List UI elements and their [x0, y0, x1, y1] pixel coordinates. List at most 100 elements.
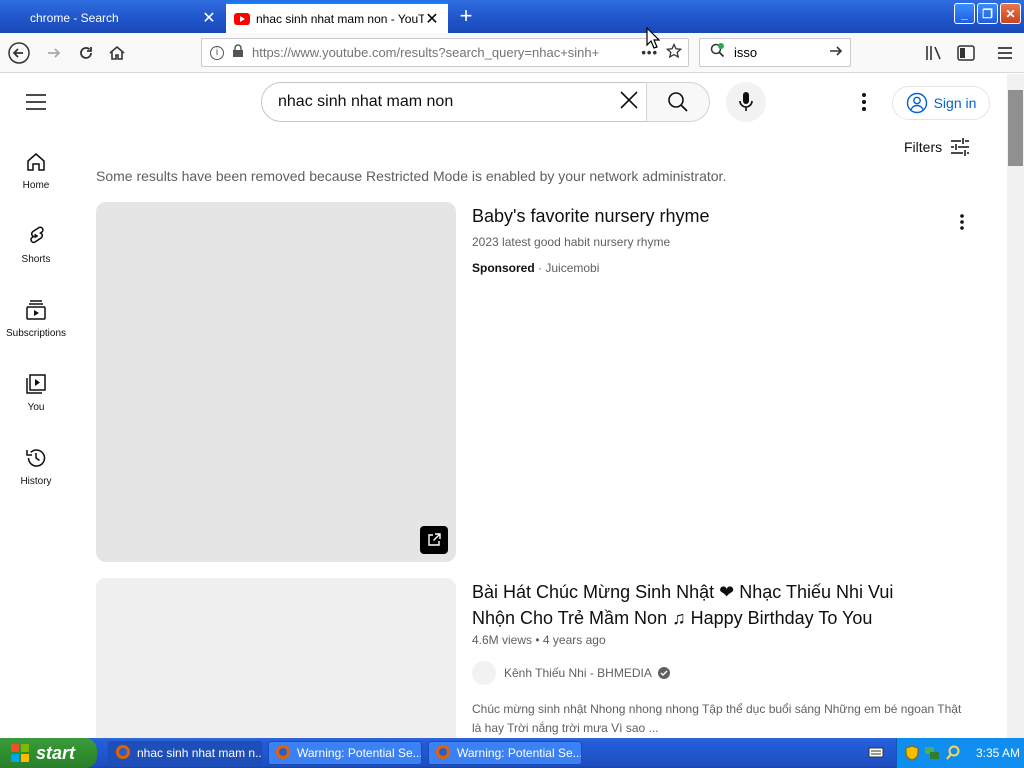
start-label: start — [36, 742, 76, 763]
tab-youtube[interactable]: nhac sinh nhat mam non - YouTube ✕ — [226, 2, 448, 33]
menu-icon[interactable] — [993, 41, 1017, 65]
scrollbar-thumb[interactable] — [1008, 90, 1023, 166]
filters-icon — [951, 138, 970, 156]
settings-more-icon[interactable] — [856, 92, 872, 117]
search-tray-icon[interactable] — [945, 745, 961, 761]
address-bar[interactable]: i https://www.youtube.com/results?search… — [201, 38, 689, 67]
page-scrollbar[interactable] — [1007, 74, 1024, 738]
taskbar-item-label: Warning: Potential Se... — [457, 746, 582, 760]
guide-label: Shorts — [21, 254, 51, 265]
go-arrow-icon[interactable] — [828, 43, 844, 62]
result-more-icon[interactable] — [952, 212, 972, 232]
reload-button[interactable] — [74, 41, 98, 65]
taskbar-item-warning-2[interactable]: Warning: Potential Se... — [428, 741, 582, 765]
guide-item-you[interactable]: You — [0, 372, 72, 446]
network-icon[interactable] — [924, 745, 940, 761]
result-views-age: 4.6M views • 4 years ago — [472, 633, 606, 647]
upload-age: 4 years ago — [542, 633, 606, 647]
search-query-text: nhac sinh nhat mam non — [278, 93, 454, 110]
clock: 3:35 AM — [976, 746, 1021, 760]
info-icon[interactable]: i — [210, 45, 224, 60]
youtube-masthead: nhac sinh nhat mam non Sign in — [0, 74, 1007, 130]
windows-taskbar: start nhac sinh nhat mam n... Warning: P… — [0, 738, 1024, 768]
sidebar-toggle-icon[interactable] — [954, 41, 978, 65]
mouse-cursor-icon — [646, 27, 660, 49]
close-icon[interactable]: ✕ — [201, 10, 217, 27]
channel-avatar[interactable] — [472, 661, 496, 685]
filters-button[interactable]: Filters — [904, 138, 970, 156]
external-link-icon[interactable] — [420, 526, 448, 554]
sponsor-line: Sponsored · Juicemobi — [472, 261, 599, 275]
result-title-line-1[interactable]: Bài Hát Chúc Mừng Sinh Nhật ❤ Nhạc Thiếu… — [472, 579, 893, 605]
video-thumbnail[interactable] — [96, 578, 456, 748]
new-tab-button[interactable]: + — [455, 4, 477, 28]
clear-search-icon[interactable] — [618, 89, 640, 116]
subscriptions-icon — [26, 300, 46, 320]
start-button[interactable]: start — [0, 738, 97, 768]
navigation-toolbar: i https://www.youtube.com/results?search… — [0, 33, 1024, 73]
history-icon — [26, 449, 46, 467]
verified-check-icon — [657, 667, 670, 679]
close-window-button[interactable]: ✕ — [1000, 3, 1021, 24]
tab-title: chrome - Search — [30, 10, 119, 25]
description-line: là hay Trời nắng trời mưa Vì sao ... — [472, 721, 659, 735]
filters-label: Filters — [904, 139, 943, 155]
guide-item-history[interactable]: History — [0, 446, 72, 520]
guide-label: History — [20, 476, 52, 487]
sign-in-button[interactable]: Sign in — [892, 86, 990, 120]
result-description: Chúc mừng sinh nhật Nhong nhong nhong Tậ… — [472, 700, 987, 738]
ad-thumbnail[interactable] — [96, 202, 456, 562]
account-icon — [906, 92, 927, 114]
search-engine-icon — [710, 43, 726, 62]
advertiser-name: Juicemobi — [545, 261, 600, 275]
keyboard-icon[interactable] — [868, 745, 884, 764]
home-button[interactable] — [105, 41, 129, 65]
sign-in-label: Sign in — [933, 95, 977, 111]
microphone-icon — [739, 92, 753, 111]
close-icon[interactable]: ✕ — [424, 11, 440, 28]
library-icon[interactable] — [922, 41, 946, 65]
youtube-search-input[interactable]: nhac sinh nhat mam non — [261, 82, 647, 122]
lock-icon — [232, 44, 244, 61]
guide-item-home[interactable]: Home — [0, 150, 72, 224]
search-icon — [668, 92, 688, 112]
taskbar-item-warning-1[interactable]: Warning: Potential Se... — [268, 741, 422, 765]
guide-item-subscriptions[interactable]: Subscriptions — [0, 298, 72, 372]
tab-chrome-search[interactable]: chrome - Search ✕ — [0, 2, 225, 33]
restricted-mode-notice: Some results have been removed because R… — [96, 168, 727, 184]
guide-menu-icon[interactable] — [26, 94, 46, 115]
result-subtitle: 2023 latest good habit nursery rhyme — [472, 235, 671, 249]
result-title-line-2[interactable]: Nhộn Cho Trẻ Mầm Non ♫ Happy Birthday To… — [472, 605, 872, 631]
guide-label: Subscriptions — [5, 328, 67, 339]
taskbar-item-browser[interactable]: nhac sinh nhat mam n... — [108, 741, 262, 765]
bookmark-star-icon[interactable] — [665, 42, 683, 62]
search-button[interactable] — [646, 82, 710, 122]
result-title[interactable]: Baby's favorite nursery rhyme — [472, 203, 710, 229]
view-count: 4.6M views — [472, 633, 533, 647]
url-text: https://www.youtube.com/results?search_q… — [252, 45, 600, 60]
guide-item-shorts[interactable]: Shorts — [0, 224, 72, 298]
youtube-favicon-icon — [234, 12, 250, 25]
minimize-button[interactable]: _ — [954, 3, 975, 24]
channel-link[interactable]: Kênh Thiếu Nhi - BHMEDIA — [504, 666, 670, 680]
back-button[interactable] — [7, 41, 31, 65]
search-value: isso — [734, 45, 758, 60]
windows-logo-icon — [11, 744, 29, 762]
guide-label: You — [27, 402, 45, 413]
home-icon — [27, 153, 45, 171]
shorts-icon — [30, 226, 44, 244]
restore-button[interactable]: ❐ — [977, 3, 998, 24]
voice-search-button[interactable] — [726, 82, 766, 122]
browser-tab-strip: chrome - Search ✕ nhac sinh nhat mam non… — [0, 0, 1024, 33]
search-bar[interactable]: isso — [699, 38, 851, 67]
channel-name: Kênh Thiếu Nhi - BHMEDIA — [504, 666, 652, 680]
you-icon — [26, 374, 46, 394]
sponsored-badge: Sponsored — [472, 261, 535, 275]
forward-button[interactable] — [42, 41, 66, 65]
system-tray: 3:35 AM — [896, 738, 1024, 768]
firefox-icon — [435, 744, 451, 763]
description-line: Chúc mừng sinh nhật Nhong nhong nhong Tậ… — [472, 702, 962, 716]
window-controls: _ ❐ ✕ — [954, 3, 1021, 24]
taskbar-item-label: Warning: Potential Se... — [297, 746, 422, 760]
security-shield-icon[interactable] — [905, 745, 919, 761]
